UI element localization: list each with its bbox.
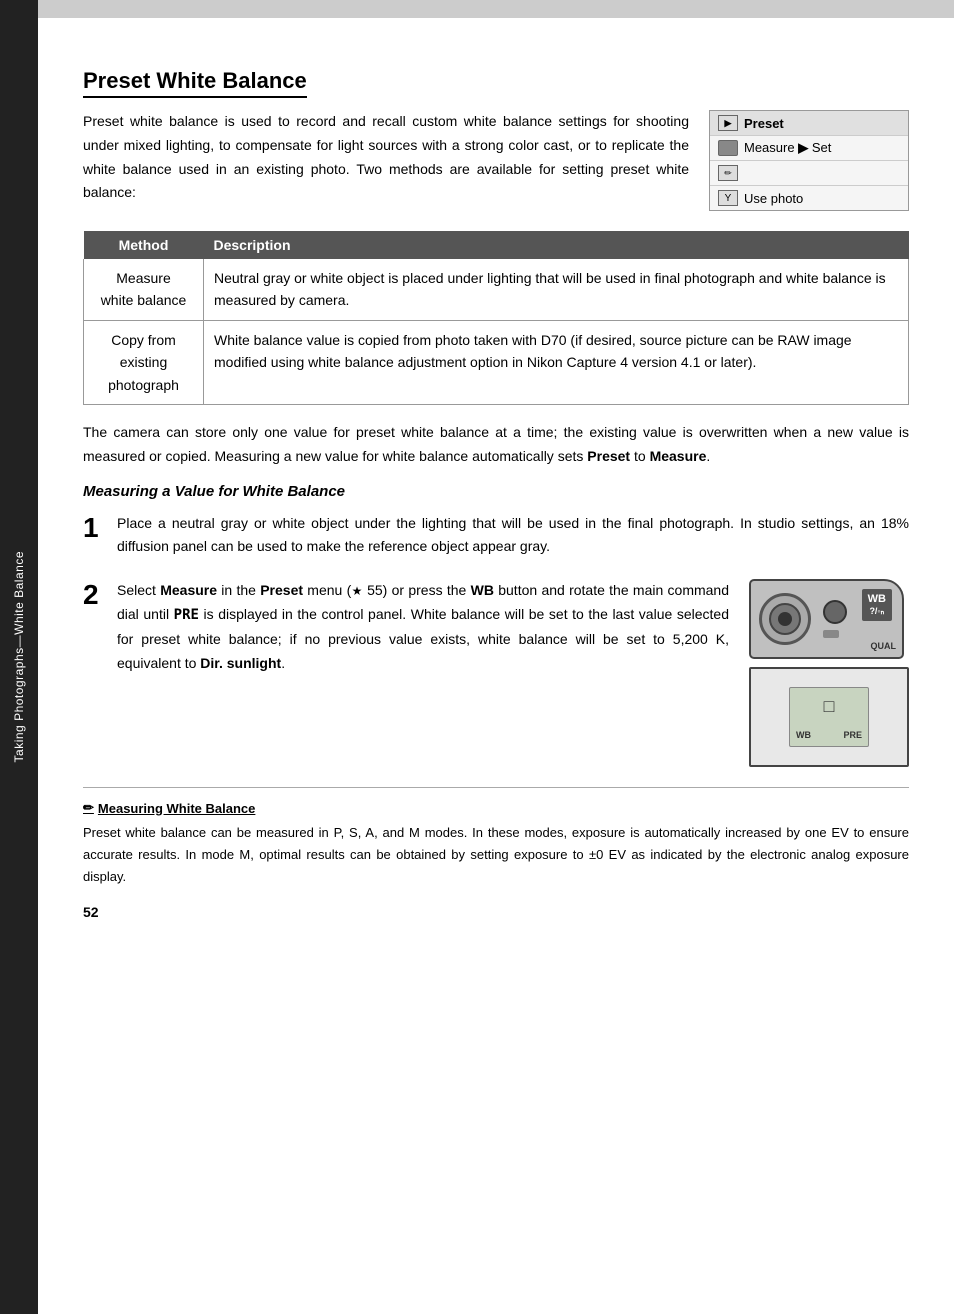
menu-row-usephoto: Υ Use photo xyxy=(710,186,908,210)
lens xyxy=(759,593,811,645)
menu-icon-y: Υ xyxy=(718,190,738,206)
step-2-text: Select Measure in the Preset menu (★ 55)… xyxy=(117,579,729,675)
button-wb xyxy=(823,630,839,638)
lcd-pre-text: PRE xyxy=(843,730,862,740)
menu-row-preset: ▶ Preset xyxy=(710,111,908,136)
content-wrapper: Preset White Balance Preset white balanc… xyxy=(83,48,909,920)
lcd-wb-text: WB xyxy=(796,730,811,740)
step-1-row: 1 Place a neutral gray or white object u… xyxy=(83,512,909,560)
camera-controls xyxy=(823,600,847,638)
page-title: Preset White Balance xyxy=(83,68,307,98)
lens-inner xyxy=(769,603,801,635)
wb-text: WB xyxy=(868,592,886,606)
step-1-number: 1 xyxy=(83,514,103,542)
menu-row-measure: Measure ▶ Set xyxy=(710,136,908,161)
table-header-description: Description xyxy=(204,231,909,259)
sidebar: Taking Photographs—White Balance xyxy=(0,0,38,1314)
page-number: 52 xyxy=(83,904,909,920)
step-1-text: Place a neutral gray or white object und… xyxy=(117,512,909,560)
methods-table: Method Description Measurewhite balance … xyxy=(83,231,909,405)
note-title-text: Measuring White Balance xyxy=(98,801,255,816)
table-cell-desc-1: Neutral gray or white object is placed u… xyxy=(204,259,909,320)
camera-lcd-panel: □ WB PRE xyxy=(749,667,909,767)
note-section: Measuring White Balance Preset white bal… xyxy=(83,787,909,888)
step-2-images: WB ?/◦ₙ QUAL □ WB PRE xyxy=(749,579,909,767)
lcd-icon: □ xyxy=(824,696,835,717)
main-content: Preset White Balance Preset white balanc… xyxy=(38,0,954,1314)
camera-top-diagram: WB ?/◦ₙ QUAL xyxy=(749,579,904,659)
wb-label: WB ?/◦ₙ xyxy=(862,589,892,621)
menu-icon-play: ▶ xyxy=(718,115,738,131)
step-2-row: 2 Select Measure in the Preset menu (★ 5… xyxy=(83,579,909,767)
lcd-display: □ WB PRE xyxy=(789,687,869,747)
dial-1 xyxy=(823,600,847,624)
table-cell-desc-2: White balance value is copied from photo… xyxy=(204,320,909,404)
lcd-bottom: WB PRE xyxy=(790,730,868,740)
body-text: The camera can store only one value for … xyxy=(83,421,909,469)
intro-section: Preset white balance is used to record a… xyxy=(83,110,909,211)
note-title: Measuring White Balance xyxy=(83,800,909,816)
menu-preset-label: Preset xyxy=(744,116,784,131)
section-subtitle: Measuring a Value for White Balance xyxy=(83,483,909,500)
menu-usephoto-label: Use photo xyxy=(744,191,803,206)
table-header-method: Method xyxy=(84,231,204,259)
step-2-number: 2 xyxy=(83,581,103,609)
table-cell-method-2: Copy fromexistingphotograph xyxy=(84,320,204,404)
menu-measure-label: Measure ▶ Set xyxy=(744,140,831,156)
table-cell-method-1: Measurewhite balance xyxy=(84,259,204,320)
menu-diagram: ▶ Preset Measure ▶ Set ✏ Υ Use photo xyxy=(709,110,909,211)
top-bar xyxy=(38,0,954,18)
wb-sub: ?/◦ₙ xyxy=(868,606,886,618)
qual-label: QUAL xyxy=(871,641,897,651)
wb-labels: WB ?/◦ₙ xyxy=(862,589,892,621)
table-row: Copy fromexistingphotograph White balanc… xyxy=(84,320,909,404)
note-text: Preset white balance can be measured in … xyxy=(83,822,909,888)
menu-icon-circle xyxy=(718,140,738,156)
pencil-icon xyxy=(83,800,94,816)
table-row: Measurewhite balance Neutral gray or whi… xyxy=(84,259,909,320)
lens-center xyxy=(778,612,792,626)
sidebar-label: Taking Photographs—White Balance xyxy=(12,543,26,770)
intro-text: Preset white balance is used to record a… xyxy=(83,110,689,211)
menu-icon-pencil: ✏ xyxy=(718,165,738,181)
menu-row-pencil: ✏ xyxy=(710,161,908,186)
step-2-content: Select Measure in the Preset menu (★ 55)… xyxy=(117,579,909,767)
step-2-paragraph: Select Measure in the Preset menu (★ 55)… xyxy=(117,579,729,675)
